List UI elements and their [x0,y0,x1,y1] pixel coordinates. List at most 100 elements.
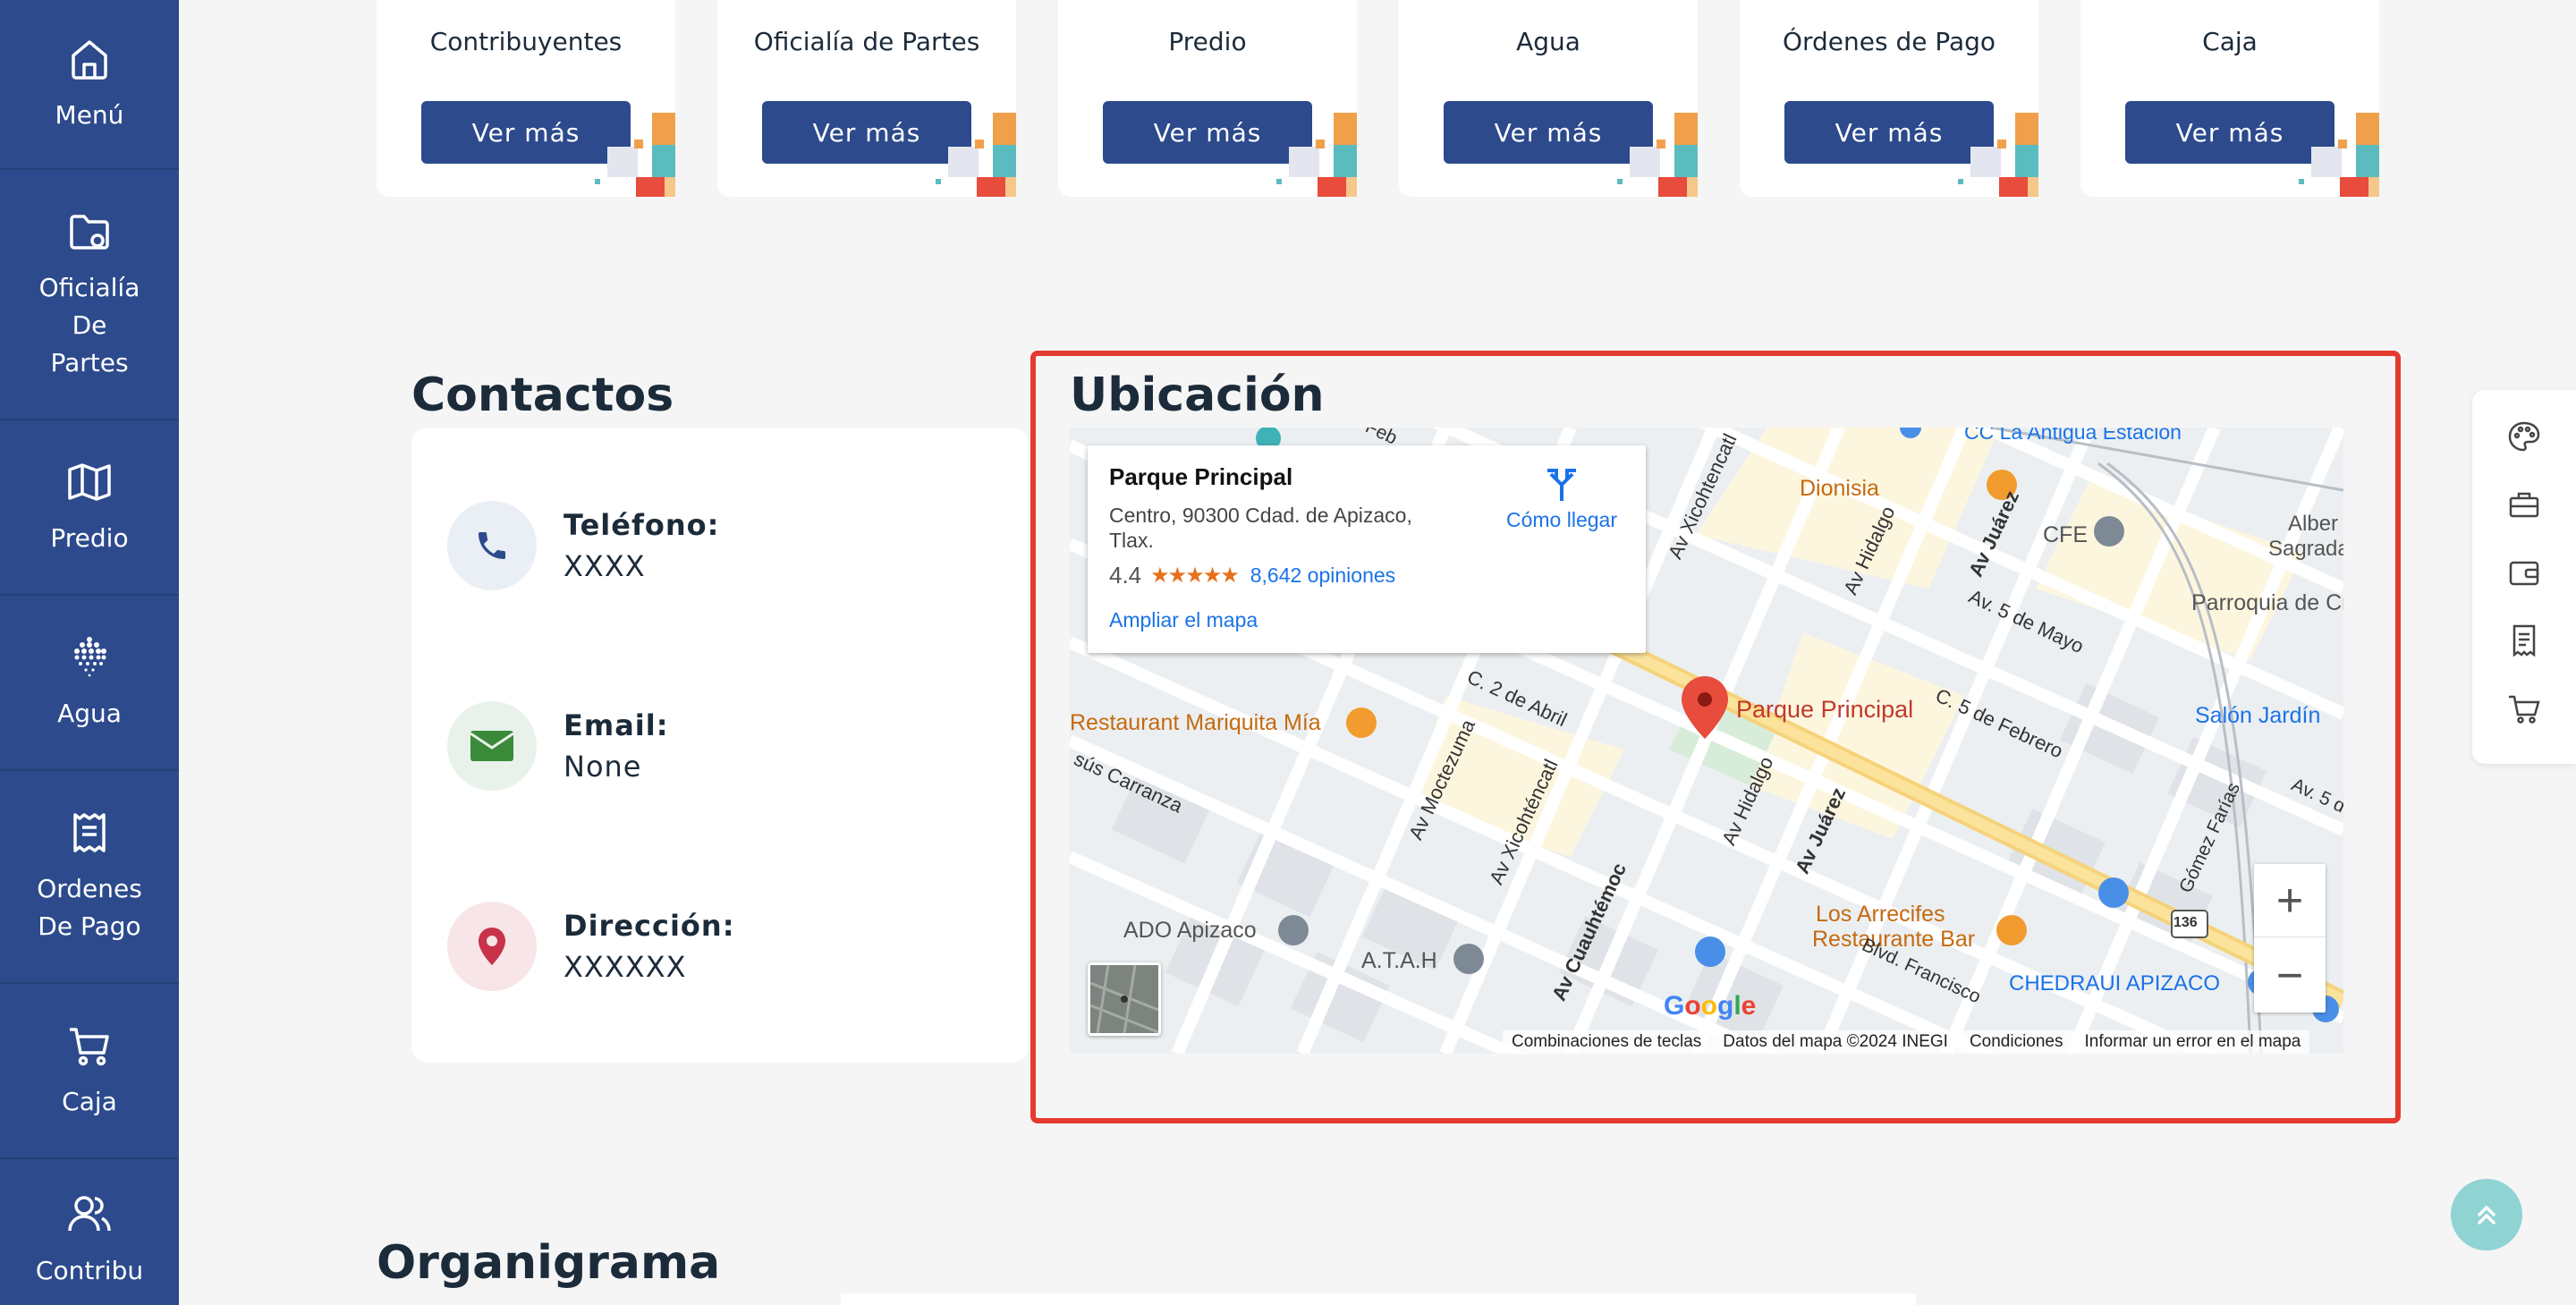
phone-label: Teléfono: [564,508,720,542]
card-title: Caja [2202,27,2258,56]
directions-label: Cómo llegar [1506,508,1617,531]
sidebar: Menú Oficialía De Partes Predio Agua Ord… [0,0,179,1305]
sidebar-item-label: Predio [50,523,129,553]
ampliar-mapa-link[interactable]: Ampliar el mapa [1109,608,1258,632]
contact-phone: Teléfono: XXXX [447,501,719,590]
card-decoration [936,113,1016,197]
map-zoom-controls: + − [2254,864,2326,1013]
card-title: Órdenes de Pago [1782,27,1996,56]
place-name: Parque Principal [1109,463,1293,490]
phone-value: XXXX [564,549,646,583]
contact-address: Dirección: XXXXXX [447,902,734,991]
map-label-atah[interactable]: A.T.A.H [1361,948,1437,974]
map-label-parque[interactable]: Parque Principal [1736,696,1913,724]
card-decoration [1958,113,2038,197]
satellite-thumbnail-icon [1090,965,1158,1033]
water-icon [74,637,106,677]
phone-icon [447,501,537,590]
card-predio: Predio Ver más [1058,0,1357,197]
sidebar-item-ordenes-pago[interactable]: Ordenes De Pago [0,771,179,984]
home-icon [72,40,107,80]
sidebar-item-menu[interactable]: Menú [0,0,179,170]
receipt-list-icon[interactable] [2506,623,2542,658]
place-reviews-link[interactable]: 8,642 opiniones [1250,564,1395,588]
sidebar-item-label: Contribu [35,1256,144,1285]
zoom-in-button[interactable]: + [2254,864,2326,937]
map-label-sagrada: Sagrada I [2268,537,2343,561]
shopping-cart-icon[interactable] [2506,691,2542,726]
keyboard-shortcuts-link[interactable]: Combinaciones de teclas [1512,1032,1701,1052]
map-label-parroquia[interactable]: Parroquia de Crist [2191,590,2343,616]
terms-link[interactable]: Condiciones [1970,1032,2063,1052]
map-label-cfe[interactable]: CFE [2043,522,2088,548]
folder-icon [70,215,109,250]
rating-stars-icon: ★★★★★ [1150,564,1240,588]
email-label: Email: [564,708,669,742]
report-error-link[interactable]: Informar un error en el mapa [2085,1032,2301,1052]
sidebar-item-contribuyentes[interactable]: Contribu [0,1159,179,1305]
place-address: Centro, 90300 Cdad. de Apizaco, Tlax. [1109,504,1412,552]
scroll-to-top-button[interactable] [2451,1179,2522,1250]
wallet-icon[interactable] [2506,555,2542,590]
sidebar-item-label: Menú [55,100,124,130]
zoom-out-button[interactable]: − [2254,939,2326,1013]
map-label-ado[interactable]: ADO Apizaco [1123,918,1257,944]
organigrama-card [841,1293,1916,1305]
card-ordenes-pago: Órdenes de Pago Ver más [1740,0,2038,197]
sidebar-item-oficialia[interactable]: Oficialía De Partes [0,170,179,420]
map-label-arrecifes[interactable]: Los Arrecifes [1816,902,1945,928]
users-icon [68,1196,111,1232]
map-label-alber: Alber [2288,512,2339,536]
card-decoration [595,113,675,197]
directions-button[interactable]: Cómo llegar [1490,463,1633,532]
card-oficialia: Oficialía de Partes Ver más [717,0,1016,197]
sidebar-item-label: Caja [62,1087,117,1116]
map-label-route136: 136 [2174,915,2198,930]
map-footer: Combinaciones de teclas Datos del mapa ©… [1503,1030,2310,1054]
map-label-estacion[interactable]: CC La Antigua Estación [1964,428,2182,445]
map-data-attribution: Datos del mapa ©2024 INEGI [1723,1032,1948,1051]
address-value: XXXXXX [564,950,687,984]
map-icon [68,463,111,501]
card-decoration [1617,113,1698,197]
organigrama-title: Organigrama [377,1236,721,1290]
receipt-icon [73,813,106,852]
card-caja: Caja Ver más [2080,0,2379,197]
card-title: Contribuyentes [429,27,623,56]
toolbox-icon[interactable] [2506,487,2542,522]
place-rating: 4.4 [1109,562,1142,589]
place-rating-row: 4.4 ★★★★★ 8,642 opiniones [1109,562,1395,589]
satellite-toggle[interactable] [1088,962,1161,1036]
sidebar-item-label: Agua [57,699,122,728]
email-icon [447,701,537,791]
contactos-card: Teléfono: XXXX Email: None Dirección: XX… [411,428,1029,1063]
contact-email: Email: None [447,701,669,791]
map-label-restaurant[interactable]: Restaurant Mariquita Mía [1070,710,1321,736]
location-pin-icon [447,902,537,991]
ubicacion-title: Ubicación [1070,369,1325,422]
right-tool-panel [2472,390,2576,764]
sidebar-item-agua[interactable]: Agua [0,596,179,771]
google-logo: Google [1664,991,1757,1021]
cart-icon [70,1028,109,1066]
card-title: Agua [1516,27,1580,56]
card-decoration [1276,113,1357,197]
sidebar-item-label: Oficialía De Partes [38,273,140,377]
address-label: Dirección: [564,909,735,943]
card-decoration [2299,113,2379,197]
sidebar-item-caja[interactable]: Caja [0,984,179,1159]
email-value: None [564,750,642,784]
card-title: Oficialía de Partes [753,27,980,56]
map-label-salon[interactable]: Salón Jardín [2195,703,2320,729]
card-title: Predio [1168,27,1247,56]
card-contribuyentes: Contribuyentes Ver más [377,0,675,197]
palette-icon[interactable] [2506,419,2542,454]
card-agua: Agua Ver más [1399,0,1698,197]
directions-icon [1547,469,1576,501]
map-label-chedraui[interactable]: CHEDRAUI APIZACO [2009,971,2220,996]
sidebar-item-label: Ordenes De Pago [37,874,142,941]
sidebar-item-predio[interactable]: Predio [0,420,179,596]
double-chevron-up-icon [2478,1206,2496,1224]
map-label-dionisia[interactable]: Dionisia [1800,476,1879,502]
contactos-title: Contactos [411,369,674,422]
